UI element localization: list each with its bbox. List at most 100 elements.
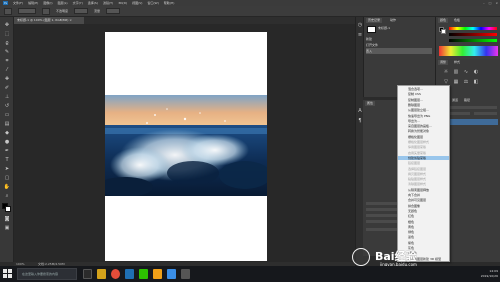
menu-file[interactable]: 文件(F)	[13, 1, 23, 5]
context-menu-item[interactable]: 创建剪贴蒙版	[398, 155, 449, 160]
context-menu-item[interactable]: 启用矢量蒙版	[398, 151, 449, 155]
menu-help[interactable]: 帮助(H)	[164, 1, 175, 5]
vibrance-icon[interactable]: ▽	[442, 78, 450, 85]
context-menu-item[interactable]: 复制图层...	[398, 98, 449, 102]
black-white-icon[interactable]: ◧	[472, 78, 480, 85]
history-brush-icon[interactable]: ↺	[3, 102, 11, 109]
shape-icon[interactable]: ▢	[3, 174, 11, 181]
context-menu-item[interactable]: 停用图层蒙版	[398, 145, 449, 149]
app-icon[interactable]	[167, 269, 176, 279]
menu-layer[interactable]: 图层(L)	[58, 1, 68, 5]
tab-color[interactable]: 颜色	[438, 18, 449, 23]
chrome-icon[interactable]	[111, 269, 120, 279]
background-color-chip[interactable]	[441, 29, 446, 34]
context-menu-item[interactable]: 清除图层样式	[398, 182, 449, 186]
lasso-icon[interactable]: ϱ	[3, 39, 11, 46]
color-balance-icon[interactable]: ⚖	[462, 78, 470, 85]
font-size-field[interactable]	[366, 208, 397, 211]
menu-edit[interactable]: 编辑(E)	[28, 1, 38, 5]
context-menu-item[interactable]: 栅格化图层	[398, 135, 449, 139]
history-row-selected[interactable]: 置入	[366, 48, 432, 54]
screen-mode-icon[interactable]: ▣	[3, 224, 11, 231]
tool-preset-picker[interactable]	[4, 7, 12, 15]
tab-adjustments[interactable]: 调整	[438, 60, 449, 65]
context-menu-item[interactable]: 橙色	[398, 220, 449, 224]
tab-styles[interactable]: 样式	[452, 60, 463, 65]
text-icon[interactable]: T	[3, 156, 11, 163]
tab-properties[interactable]: 属性	[365, 101, 376, 106]
context-menu-item[interactable]: 拷贝图层样式	[398, 172, 449, 176]
context-menu-item[interactable]: 来自图层的画板...	[398, 124, 449, 128]
menu-type[interactable]: 文字(Y)	[73, 1, 83, 5]
brush-settings-icon[interactable]	[42, 7, 50, 15]
tab-channels[interactable]: 通道	[450, 98, 461, 103]
menu-filter[interactable]: 滤镜(T)	[103, 1, 113, 5]
context-menu-item[interactable]: 混合选项...	[398, 87, 449, 91]
context-menu-item[interactable]: 转换为智能对象	[398, 129, 449, 133]
hand-icon[interactable]: ✋	[3, 183, 11, 190]
color-spectrum[interactable]	[439, 46, 498, 56]
windows-start-icon[interactable]	[3, 269, 13, 279]
levels-icon[interactable]: ▥	[452, 68, 460, 75]
layer-opacity-field[interactable]	[474, 112, 497, 115]
hue-saturation-icon[interactable]: ▦	[452, 78, 460, 85]
red-slider[interactable]	[449, 33, 497, 36]
history-row[interactable]: 未标题-1	[378, 25, 432, 31]
folder-icon[interactable]	[97, 269, 106, 279]
menu-3d[interactable]: 3D(D)	[118, 1, 127, 5]
menu-image[interactable]: 图像(I)	[43, 1, 52, 5]
photoshop-icon[interactable]: Ps	[3, 1, 8, 5]
maximize-button[interactable]: □	[489, 1, 492, 5]
context-menu-item[interactable]: 从隔离图层释放	[398, 188, 449, 192]
context-menu-item[interactable]: 无颜色	[398, 209, 449, 213]
context-menu-item[interactable]: 从图层建立组...	[398, 108, 449, 112]
ocean-wave-photo-layer[interactable]	[105, 95, 267, 196]
blur-icon[interactable]: ◆	[3, 129, 11, 136]
app-icon[interactable]	[181, 269, 190, 279]
path-select-icon[interactable]: ➤	[3, 165, 11, 172]
marquee-icon[interactable]: ⬚	[3, 30, 11, 37]
context-menu-item[interactable]: 合并可见图层	[398, 198, 449, 202]
document-tab[interactable]: 未标题-1 @ 100% (图层 1, RGB/8#) ×	[14, 17, 84, 24]
zoom-icon[interactable]: ⌕	[3, 192, 11, 199]
context-menu-item[interactable]: 黄色	[398, 225, 449, 229]
eyedropper-icon[interactable]: ⁄	[3, 66, 11, 73]
context-menu-item[interactable]: 粘贴图层样式	[398, 177, 449, 181]
context-menu-item[interactable]: 复制 CSS	[398, 92, 449, 96]
context-menu-item[interactable]: 拼合图像	[398, 204, 449, 208]
stamp-icon[interactable]: ⊥	[3, 93, 11, 100]
opacity-field[interactable]	[74, 8, 89, 14]
background-color-swatch[interactable]	[5, 206, 11, 212]
brush-size-field[interactable]	[18, 8, 36, 14]
context-menu-item[interactable]: 向下合并	[398, 193, 449, 197]
clock[interactable]: 14:09 2019/10/26	[481, 269, 498, 279]
menu-window[interactable]: 窗口(W)	[147, 1, 158, 5]
exposure-icon[interactable]: ◐	[472, 68, 480, 75]
context-menu-item[interactable]: 紫色	[398, 241, 449, 245]
eraser-icon[interactable]: ▭	[3, 111, 11, 118]
wechat-icon[interactable]	[139, 269, 148, 279]
context-menu-item[interactable]: 删除图层	[398, 103, 449, 107]
curves-icon[interactable]: ∿	[462, 68, 470, 75]
minimize-button[interactable]: –	[483, 1, 485, 5]
dodge-icon[interactable]: ●	[3, 138, 11, 145]
crop-icon[interactable]: ⌗	[3, 57, 11, 64]
brush-icon[interactable]: ✐	[3, 84, 11, 91]
gradient-icon[interactable]: ▤	[3, 120, 11, 127]
app-icon[interactable]	[153, 269, 162, 279]
context-menu-item[interactable]: 绿色	[398, 230, 449, 234]
menu-select[interactable]: 选择(S)	[88, 1, 98, 5]
tracking-field[interactable]	[366, 214, 397, 217]
context-menu-item[interactable]: 链接图层	[398, 161, 449, 165]
context-menu-item[interactable]: 蓝色	[398, 235, 449, 239]
context-menu-item[interactable]: 导出为...	[398, 119, 449, 123]
tab-swatches[interactable]: 色板	[452, 18, 463, 23]
move-icon[interactable]: ✥	[3, 21, 11, 28]
history-snapshot-thumbnail[interactable]	[367, 26, 376, 33]
hue-slider[interactable]	[449, 27, 497, 30]
quick-select-icon[interactable]: ✎	[3, 48, 11, 55]
search-input[interactable]: 在这里输入你要搜索的内容	[17, 268, 77, 280]
photoshop-taskbar-icon[interactable]	[125, 269, 134, 279]
context-menu-item[interactable]: 快速导出为 PNG	[398, 114, 449, 118]
tab-actions[interactable]: 动作	[388, 18, 399, 23]
